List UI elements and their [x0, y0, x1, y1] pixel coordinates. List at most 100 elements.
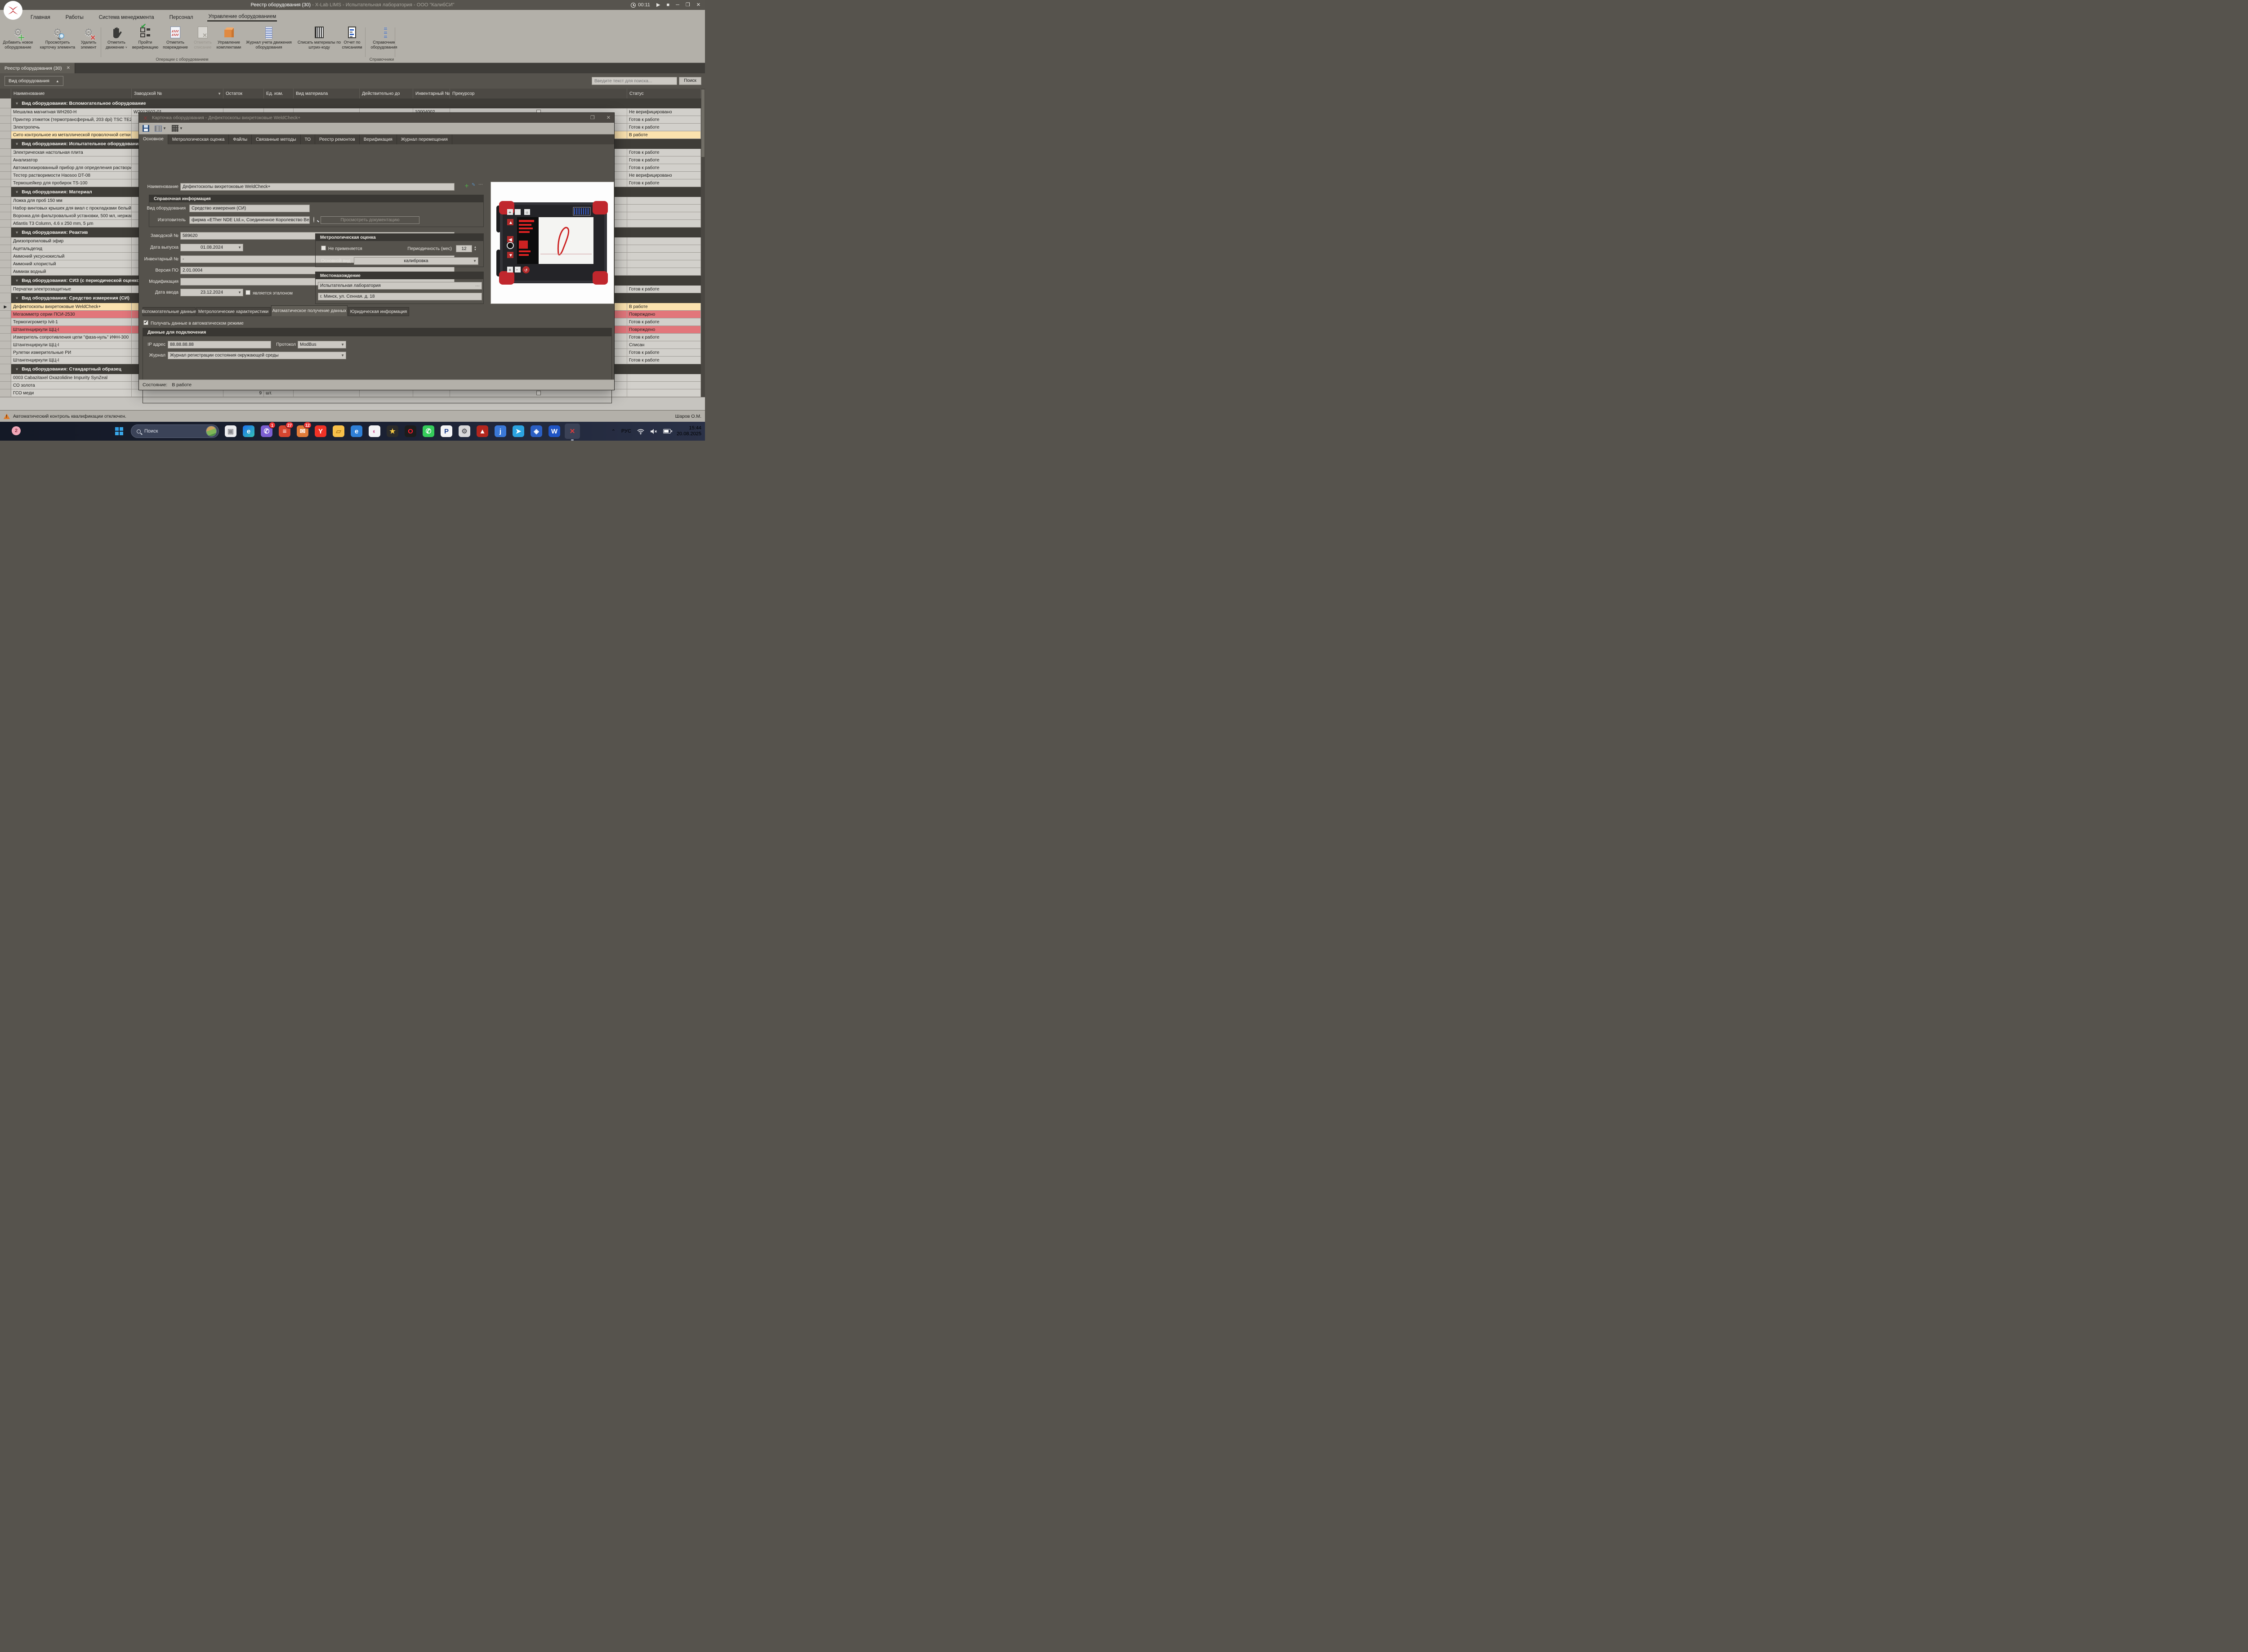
more-icon[interactable]: ⋯ — [478, 182, 483, 187]
volume-muted-icon[interactable] — [650, 429, 657, 434]
dropdown-icon[interactable]: ▼ — [341, 343, 344, 347]
collapse-icon[interactable]: ˅ — [16, 101, 18, 106]
dialog-tab-1[interactable]: Основное — [139, 134, 168, 144]
column-header-Инвентарный №[interactable]: Инвентарный № — [413, 89, 450, 98]
taskbar-app-whatsapp-icon[interactable]: ✆ — [421, 424, 436, 439]
location-field[interactable]: Испытательная лаборатория⋯ — [318, 282, 482, 290]
menu-item-3[interactable]: Система менеджмента — [98, 14, 155, 21]
taskbar-app-mail-icon[interactable]: ✉12 — [295, 424, 310, 439]
edit-icon[interactable]: ✎ — [472, 183, 475, 188]
vertical-scrollbar[interactable] — [701, 89, 705, 397]
manufacturer-search-icon[interactable] — [313, 217, 314, 222]
column-header-gutter[interactable] — [0, 89, 11, 98]
dialog-tab-3[interactable]: Файлы — [229, 134, 252, 144]
column-header-Наименование[interactable]: Наименование — [11, 89, 132, 98]
ribbon-button-10[interactable]: Списать материалы по штрих-коду — [297, 26, 342, 58]
period-field[interactable]: 12 — [456, 245, 472, 252]
notification-badge[interactable]: 2 — [12, 426, 21, 435]
ribbon-button-3[interactable]: ⚙✕Удалить элемент — [75, 26, 102, 58]
taskbar-app-app-j-icon[interactable]: j — [493, 424, 508, 439]
search-button[interactable]: Поиск — [679, 77, 701, 85]
taskbar-app-star-app-icon[interactable]: ★ — [385, 424, 400, 439]
collapse-icon[interactable]: ˅ — [16, 278, 18, 283]
ribbon-button-8[interactable]: Управление комплектами — [212, 26, 246, 58]
taskbar-app-settings-icon[interactable]: ⚙ — [457, 424, 472, 439]
browse-icon[interactable]: ⋯ — [475, 284, 480, 289]
ribbon-button-9[interactable]: Журнал учета движения оборудования — [245, 26, 292, 58]
group-by-chip[interactable]: Вид оборудования ▲ — [4, 76, 63, 86]
column-header-Вид материала[interactable]: Вид материала — [294, 89, 360, 98]
address-field[interactable]: г. Минск, ул. Сенная. д. 18 — [318, 293, 482, 300]
taskbar-app-xlab-lims-icon[interactable]: ✕ — [565, 424, 580, 439]
ribbon-button-4[interactable]: Отметить движение ˅ — [103, 26, 130, 58]
ribbon-button-11[interactable]: Отчет по списаниям — [338, 26, 366, 58]
collapse-icon[interactable]: ˅ — [16, 230, 18, 235]
journal-dropdown[interactable]: Журнал регистрации состояния окружающей … — [168, 352, 346, 359]
dropdown-icon[interactable]: ▼ — [473, 259, 477, 263]
search-highlight-thumbnail[interactable] — [206, 426, 217, 437]
taskbar-app-app-diamond-icon[interactable]: ◈ — [529, 424, 544, 439]
minimize-button[interactable]: ─ — [676, 0, 679, 10]
stop-button[interactable]: ■ — [666, 0, 669, 10]
column-header-Статус[interactable]: Статус — [627, 89, 701, 98]
menu-item-4[interactable]: Персонал — [169, 14, 194, 21]
column-header-Заводской №[interactable]: Заводской №▼ — [132, 89, 223, 98]
auto-data-checkbox[interactable] — [143, 320, 148, 325]
taskbar-app-paypal-icon[interactable]: P — [439, 424, 454, 439]
scrollbar-thumb[interactable] — [701, 89, 705, 157]
group-row[interactable]: ˅Вид оборудования: Вспомогательное обору… — [0, 98, 701, 108]
type-field[interactable]: Средство измерения (СИ) — [189, 205, 310, 212]
dialog-maximize-button[interactable]: ❐ — [590, 113, 595, 123]
view-documentation-button[interactable]: Просмотреть документацию — [321, 216, 419, 224]
ribbon-button-1[interactable]: ⚙＋Добавить новое оборудование — [1, 26, 35, 58]
taskbar-clock[interactable]: 15:44 20.08.2025 — [677, 425, 701, 437]
taskbar-app-acrobat-icon[interactable]: ▲ — [475, 424, 490, 439]
taskbar-app-viber-icon[interactable]: ✆1 — [259, 424, 274, 439]
commission-date-field[interactable]: 23.12.2024▼ — [180, 289, 243, 296]
menu-item-2[interactable]: Работы — [65, 14, 85, 21]
dialog-subtab-3[interactable]: Автоматическое получение данных — [271, 305, 348, 316]
main-kind-dropdown[interactable]: калибровка▼ — [354, 257, 478, 265]
collapse-icon[interactable]: ˅ — [16, 367, 18, 371]
tab-close-icon[interactable]: ✕ — [67, 66, 70, 71]
dialog-subtab-1[interactable]: Вспомогательные данные — [143, 307, 196, 316]
not-applied-checkbox[interactable] — [321, 246, 326, 250]
taskbar-search[interactable]: Поиск — [131, 424, 219, 438]
maximize-button[interactable]: ❐ — [686, 0, 690, 10]
close-button[interactable]: ✕ — [696, 0, 700, 10]
column-header-Действительно до[interactable]: Действительно до — [360, 89, 413, 98]
taskbar-app-photos-icon[interactable]: ▣ — [223, 424, 238, 439]
battery-icon[interactable] — [663, 429, 671, 433]
column-filter-icon[interactable]: ▼ — [218, 92, 221, 96]
tray-chevron-icon[interactable]: ⌃ — [611, 429, 616, 434]
taskbar-app-yandex-browser-icon[interactable]: Y — [313, 424, 328, 439]
taskbar-app-paint-icon[interactable]: ◐ — [367, 424, 382, 439]
name-field[interactable]: Дефектоскопы вихретоковые WeldCheck+ — [180, 183, 455, 191]
column-header-Прекурсор[interactable]: Прекурсор — [450, 89, 627, 98]
ip-field[interactable]: 88.88.88.88 — [168, 341, 271, 348]
menu-item-5[interactable]: Управление оборудованием — [207, 13, 277, 22]
column-header-Остаток[interactable]: Остаток — [223, 89, 264, 98]
dropdown-icon[interactable]: ▼ — [238, 290, 241, 295]
taskbar-app-opera-icon[interactable]: O — [403, 424, 418, 439]
dialog-close-button[interactable]: ✕ — [607, 113, 611, 123]
dialog-tab-4[interactable]: Связанные методы — [252, 134, 301, 144]
taskbar-app-telegram-icon[interactable]: ➤ — [511, 424, 526, 439]
play-button[interactable]: ▶ — [656, 0, 660, 10]
ribbon-button-6[interactable]: Отметить повреждение — [158, 26, 193, 58]
collapse-icon[interactable]: ˅ — [16, 142, 18, 146]
language-indicator[interactable]: РУС — [621, 429, 631, 434]
dialog-tab-7[interactable]: Верификация — [360, 134, 397, 144]
taskbar-app-edge-icon[interactable]: e — [241, 424, 256, 439]
column-header-Ед. изм.[interactable]: Ед. изм. — [264, 89, 294, 98]
wifi-icon[interactable] — [637, 429, 644, 434]
dialog-tab-8[interactable]: Журнал перемещения — [397, 134, 452, 144]
dropdown-icon[interactable]: ▼ — [341, 353, 344, 357]
manufacturer-field[interactable]: фирма «ETher NDE Ltd.», Соединенное Коро… — [189, 216, 310, 224]
save-button[interactable] — [143, 125, 149, 132]
release-date-field[interactable]: 01.08.2024▼ — [180, 244, 243, 251]
ribbon-button-2[interactable]: ⚙Просмотреть карточку элемента — [37, 26, 78, 58]
ribbon-button-12[interactable]: Справочник оборудования — [367, 26, 401, 58]
etalon-checkbox[interactable] — [245, 290, 250, 295]
dropdown-icon[interactable]: ▼ — [238, 246, 241, 250]
